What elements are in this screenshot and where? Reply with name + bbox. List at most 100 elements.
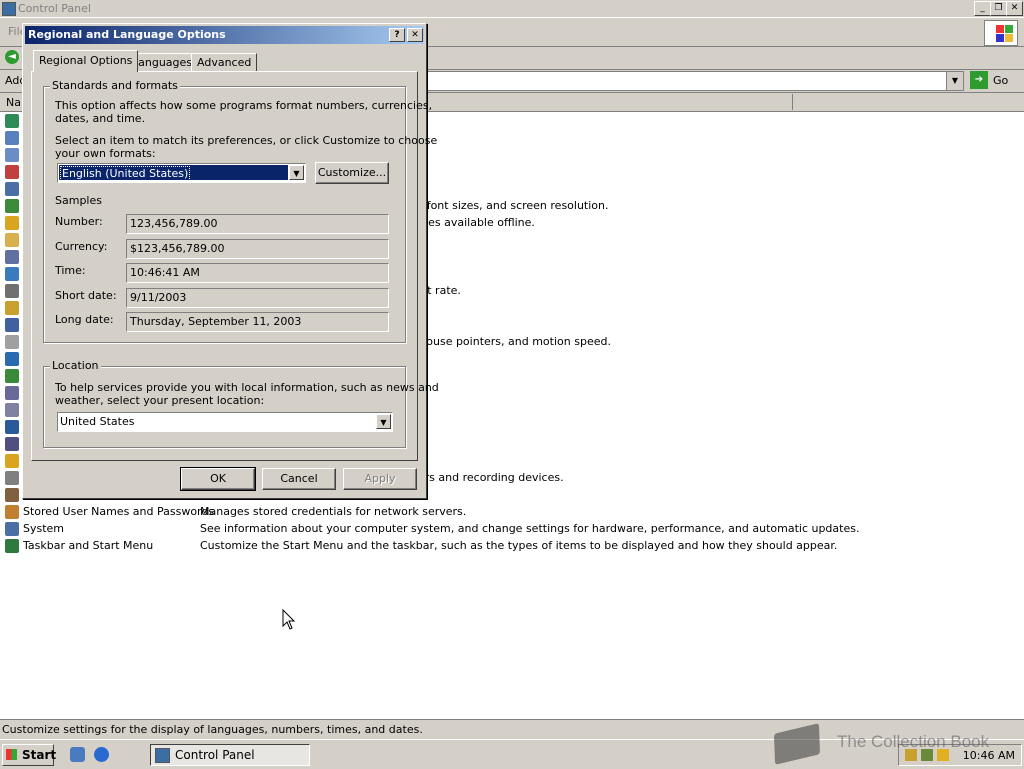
dialog-close-button[interactable]: ✕ (407, 28, 423, 42)
applet-icon (5, 318, 19, 332)
applet-name: Stored User Names and Passwords (23, 505, 215, 518)
watermark-text: The Collection Book (837, 732, 990, 751)
control-panel-icon (155, 748, 170, 763)
applet-icon (5, 199, 19, 213)
sample-value-field: 9/11/2003 (126, 287, 389, 308)
cancel-button[interactable]: Cancel (262, 468, 336, 490)
address-dropdown-button[interactable]: ▼ (946, 72, 963, 90)
applet-icon (5, 182, 19, 196)
sample-label: Currency: (55, 239, 108, 253)
go-button[interactable]: ➔ Go (970, 71, 1016, 89)
regional-options-dialog: Regional and Language Options ? ✕ Region… (22, 23, 439, 499)
applet-icon (5, 131, 19, 145)
applet-icon (5, 539, 19, 553)
window-title: Control Panel (18, 2, 91, 15)
applet-icon (5, 420, 19, 434)
locale-value: English (United States) (60, 166, 191, 181)
standards-group: Standards and formats This option affect… (43, 79, 437, 343)
applet-icon (5, 148, 19, 162)
applet-icon (5, 505, 19, 519)
chevron-down-icon[interactable]: ▼ (376, 414, 391, 429)
restore-button[interactable]: ❐ (990, 1, 1007, 16)
applet-name: System (23, 522, 65, 535)
location-select[interactable]: United States ▼ (57, 412, 393, 432)
sample-value: $123,456,789.00 (130, 241, 225, 255)
dialog-titlebar[interactable]: Regional and Language Options ? ✕ (25, 26, 424, 44)
location-group-label: Location (50, 359, 101, 372)
location-text-1: To help services provide you with local … (55, 381, 439, 394)
sample-value-field: 10:46:41 AM (126, 263, 389, 283)
applet-icon (5, 165, 19, 179)
minimize-button[interactable]: _ (974, 1, 991, 16)
samples-label: Samples (55, 194, 102, 207)
applet-icon (5, 233, 19, 247)
sample-value-field: $123,456,789.00 (126, 238, 389, 259)
help-button[interactable]: ? (389, 28, 405, 42)
sample-value-field: 123,456,789.00 (126, 214, 389, 234)
applet-icon (5, 403, 19, 417)
locale-select[interactable]: English (United States) ▼ (57, 163, 306, 183)
tab-panel: Standards and formats This option affect… (31, 71, 439, 461)
location-group: Location To help services provide you wi… (43, 359, 439, 448)
sample-label: Short date: (55, 288, 117, 302)
watermark-logo: The Collection Book (773, 722, 1015, 766)
list-item[interactable]: Stored User Names and Passwords Manages s… (0, 504, 1024, 520)
sample-value: Thursday, September 11, 2003 (130, 315, 302, 328)
control-panel-icon (2, 2, 16, 16)
apply-button[interactable]: Apply (343, 468, 417, 490)
go-arrow-icon: ➔ (970, 71, 988, 89)
applet-description: Customize the Start Menu and the taskbar… (200, 539, 838, 552)
sample-value: 9/11/2003 (130, 290, 187, 304)
sample-value: 123,456,789.00 (130, 217, 218, 230)
sample-value: 10:46:41 AM (130, 266, 200, 279)
go-label: Go (993, 74, 1009, 87)
status-text: Customize settings for the display of la… (2, 723, 423, 736)
applet-icon (5, 301, 19, 315)
ok-button[interactable]: OK (180, 467, 256, 491)
start-label: Start (22, 748, 57, 762)
mouse-cursor-icon (282, 609, 296, 630)
quicklaunch-explorer-icon[interactable] (70, 747, 85, 762)
window-titlebar[interactable]: Control Panel _ ❐ ✕ (0, 0, 1024, 18)
dialog-title: Regional and Language Options (28, 28, 226, 41)
sample-label: Time: (55, 264, 86, 277)
applet-icon (5, 352, 19, 366)
location-text-2: weather, select your present location: (55, 394, 265, 407)
taskbar-window-button[interactable]: Control Panel (150, 744, 310, 766)
column-separator[interactable] (792, 94, 793, 110)
applet-icon (5, 369, 19, 383)
windows-logo-icon (984, 20, 1018, 46)
sample-label: Number: (55, 215, 103, 228)
applet-icon (5, 114, 19, 128)
select-text-2: your own formats: (55, 147, 156, 160)
tab-advanced[interactable]: Advanced (191, 53, 258, 71)
customize-button[interactable]: Customize... (315, 162, 389, 184)
applet-icon (5, 250, 19, 264)
applet-icon (5, 216, 19, 230)
applet-icon (5, 284, 19, 298)
applet-icon (5, 454, 19, 468)
sample-label: Long date: (55, 313, 114, 326)
quicklaunch-ie-icon[interactable] (94, 747, 109, 762)
list-item[interactable]: Taskbar and Start Menu Customize the Star… (0, 538, 1024, 554)
info-text-1: This option affects how some programs fo… (55, 99, 433, 112)
applet-name: Taskbar and Start Menu (23, 539, 154, 552)
applet-icon (5, 437, 19, 451)
select-text-1: Select an item to match its preferences,… (55, 134, 438, 147)
applet-icon (5, 471, 19, 485)
start-button[interactable]: Start (2, 744, 57, 766)
locale-highlight: English (United States) (59, 165, 288, 181)
applet-description: Manages stored credentials for network s… (200, 505, 467, 518)
info-text-2: dates, and time. (55, 112, 146, 125)
sample-value-field: Thursday, September 11, 2003 (126, 312, 389, 332)
tab-regional-options[interactable]: Regional Options (33, 50, 139, 72)
location-value: United States (60, 415, 135, 428)
list-item[interactable]: System See information about your compute… (0, 521, 1024, 537)
applet-icon (5, 335, 19, 349)
back-arrow-icon[interactable]: ◄ (5, 50, 19, 64)
chevron-down-icon[interactable]: ▼ (289, 165, 304, 180)
applet-icon (5, 386, 19, 400)
applet-icon (5, 488, 19, 502)
close-button[interactable]: ✕ (1006, 1, 1023, 16)
taskbar-window-label: Control Panel (175, 748, 255, 762)
